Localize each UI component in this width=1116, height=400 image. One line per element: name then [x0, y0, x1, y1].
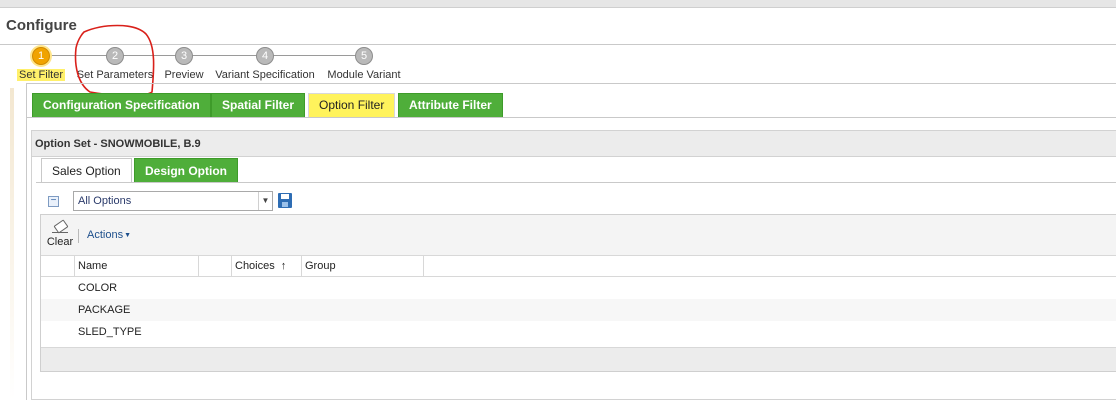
options-view-select[interactable]: All Options ▼ — [73, 191, 273, 211]
step-4-icon: 4 — [256, 47, 274, 65]
table-toolbar: Clear Actions▼ — [41, 215, 1116, 256]
header-blank[interactable] — [199, 256, 232, 276]
table-row[interactable]: COLOR — [41, 277, 1116, 299]
actions-label: Actions — [87, 229, 124, 241]
tab-strip-divider — [26, 117, 1116, 118]
table-header: Name Choices ↑ Group — [41, 256, 1116, 277]
tab-sales-option[interactable]: Sales Option — [41, 158, 132, 183]
select-value: All Options — [78, 195, 132, 207]
tab-configuration-specification[interactable]: Configuration Specification — [32, 93, 211, 118]
window-title: Configure — [6, 17, 77, 34]
wizard-step-variant-specification[interactable]: 4 Variant Specification — [214, 47, 316, 81]
eraser-icon — [52, 221, 68, 233]
table-row[interactable]: PACKAGE — [41, 299, 1116, 321]
clear-button[interactable]: Clear — [45, 221, 75, 248]
actions-menu-button[interactable]: Actions▼ — [87, 229, 131, 241]
tab-design-option[interactable]: Design Option — [134, 158, 238, 183]
header-choices[interactable]: Choices ↑ — [232, 256, 302, 276]
wizard-step-set-parameters[interactable]: 2 Set Parameters — [75, 47, 155, 81]
toolbar-separator — [78, 229, 79, 243]
collapse-icon[interactable]: − — [48, 196, 59, 207]
step-3-icon: 3 — [175, 47, 193, 65]
header-group[interactable]: Group — [302, 256, 424, 276]
step-1-icon: 1 — [32, 47, 50, 65]
sort-ascending-icon: ↑ — [280, 260, 287, 272]
header-choices-label: Choices — [235, 260, 275, 272]
step-label: Set Parameters — [76, 69, 154, 81]
wizard-step-preview[interactable]: 3 Preview — [163, 47, 205, 81]
table-footer — [41, 347, 1116, 371]
tab-option-filter[interactable]: Option Filter — [308, 93, 396, 118]
tab-spatial-filter[interactable]: Spatial Filter — [211, 93, 306, 118]
step-5-icon: 5 — [355, 47, 373, 65]
top-strip — [0, 0, 1116, 8]
step-label: Module Variant — [327, 69, 401, 81]
header-name[interactable]: Name — [75, 256, 199, 276]
wizard-step-set-filter[interactable]: 1 Set Filter — [17, 47, 65, 81]
step-2-icon: 2 — [106, 47, 124, 65]
subtab-divider — [36, 182, 1116, 183]
step-label: Set Filter — [17, 69, 65, 81]
left-edge-decoration — [10, 88, 14, 400]
step-label: Preview — [164, 69, 204, 81]
chevron-down-icon: ▼ — [124, 231, 132, 239]
tab-attribute-filter[interactable]: Attribute Filter — [398, 93, 503, 118]
wizard-step-module-variant[interactable]: 5 Module Variant — [325, 47, 403, 81]
save-icon[interactable] — [278, 193, 292, 208]
table-row[interactable]: SLED_TYPE — [41, 321, 1116, 343]
title-divider — [0, 44, 1116, 45]
clear-label: Clear — [46, 236, 74, 248]
step-label: Variant Specification — [215, 69, 315, 81]
header-select-cell[interactable] — [41, 256, 75, 276]
option-set-title: Option Set - SNOWMOBILE, B.9 — [32, 131, 1116, 157]
dropdown-arrow-icon[interactable]: ▼ — [258, 192, 272, 210]
options-table: Clear Actions▼ Name Choices ↑ Group COLOR… — [40, 214, 1116, 372]
